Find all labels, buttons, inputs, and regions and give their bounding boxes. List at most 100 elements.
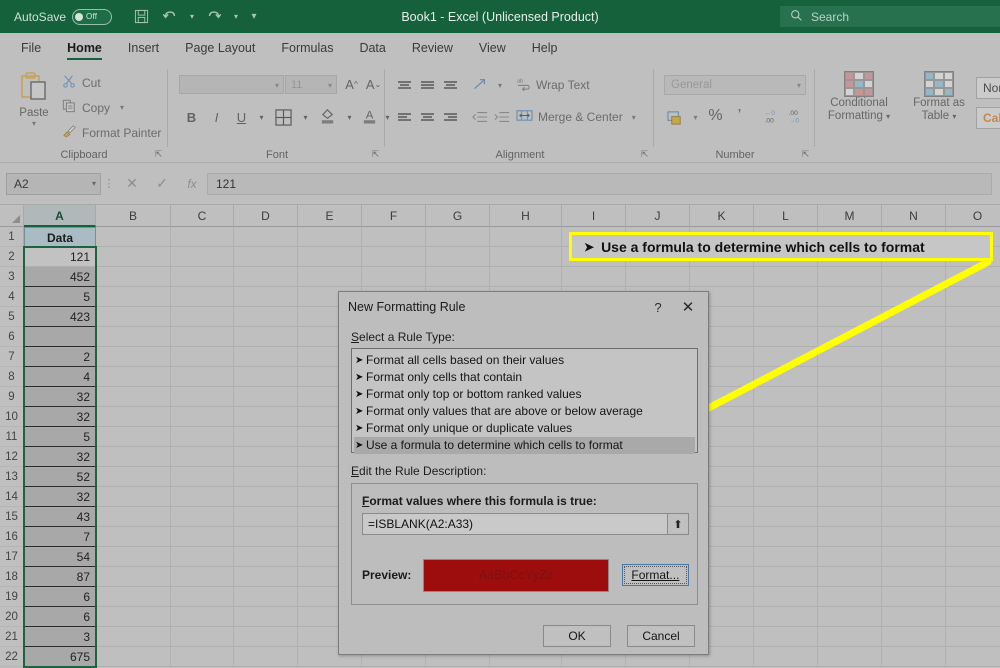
format-button[interactable]: Format... [622,564,689,586]
cell-G2[interactable] [426,247,490,267]
row-header-1[interactable]: 1 [0,227,24,247]
row-header-5[interactable]: 5 [0,307,24,327]
cell-D10[interactable] [234,407,298,427]
cell-B12[interactable] [96,447,171,467]
tab-insert[interactable]: Insert [115,33,172,63]
cell-B21[interactable] [96,627,171,647]
row-header-20[interactable]: 20 [0,607,24,627]
underline-button[interactable]: U [231,107,252,128]
align-middle-icon[interactable] [417,75,437,95]
cell-M14[interactable] [818,487,882,507]
tab-home[interactable]: Home [54,33,115,63]
cell-L3[interactable] [754,267,818,287]
cell-B13[interactable] [96,467,171,487]
cell-A18[interactable]: 87 [24,567,96,587]
italic-button[interactable]: I [206,107,227,128]
cell-L18[interactable] [754,567,818,587]
cell-N16[interactable] [882,527,946,547]
column-header-d[interactable]: D [234,205,298,227]
row-header-9[interactable]: 9 [0,387,24,407]
cell-B9[interactable] [96,387,171,407]
cell-D14[interactable] [234,487,298,507]
tab-file[interactable]: File [8,33,54,63]
column-header-b[interactable]: B [96,205,171,227]
cell-D8[interactable] [234,367,298,387]
tab-help[interactable]: Help [519,33,571,63]
column-header-f[interactable]: F [362,205,426,227]
cell-C21[interactable] [171,627,234,647]
cell-L4[interactable] [754,287,818,307]
redo-dropdown-icon[interactable]: ▾ [230,5,242,29]
cell-M4[interactable] [818,287,882,307]
cell-L8[interactable] [754,367,818,387]
row-header-11[interactable]: 11 [0,427,24,447]
cell-O7[interactable] [946,347,1000,367]
cell-L11[interactable] [754,427,818,447]
cell-N13[interactable] [882,467,946,487]
cell-O6[interactable] [946,327,1000,347]
cell-B14[interactable] [96,487,171,507]
cell-M6[interactable] [818,327,882,347]
orientation-dropdown-icon[interactable]: ▾ [490,75,510,95]
font-size-dropdown-icon[interactable]: ▾ [328,81,332,90]
cell-D1[interactable] [234,227,298,247]
column-header-h[interactable]: H [490,205,562,227]
cell-L10[interactable] [754,407,818,427]
cell-O11[interactable] [946,427,1000,447]
row-header-10[interactable]: 10 [0,407,24,427]
rule-type-item[interactable]: ➤Format only top or bottom ranked values [354,386,695,403]
cell-A13[interactable]: 52 [24,467,96,487]
cell-N3[interactable] [882,267,946,287]
cell-O21[interactable] [946,627,1000,647]
customize-quick-access-toolbar-icon[interactable]: ▾ [245,5,263,29]
orientation-icon[interactable] [470,75,490,95]
cell-D21[interactable] [234,627,298,647]
cell-A5[interactable]: 423 [24,307,96,327]
column-header-o[interactable]: O [946,205,1000,227]
row-header-13[interactable]: 13 [0,467,24,487]
cell-D5[interactable] [234,307,298,327]
tab-page-layout[interactable]: Page Layout [172,33,268,63]
cell-I3[interactable] [562,267,626,287]
cell-M12[interactable] [818,447,882,467]
cell-B17[interactable] [96,547,171,567]
font-size-input[interactable]: 11 ▾ [285,75,337,94]
cell-C9[interactable] [171,387,234,407]
cell-A17[interactable]: 54 [24,547,96,567]
cell-N5[interactable] [882,307,946,327]
cell-L6[interactable] [754,327,818,347]
number-format-select[interactable]: General ▾ [664,75,806,95]
cell-B6[interactable] [96,327,171,347]
confirm-icon[interactable]: ✓ [147,173,177,195]
name-box[interactable]: A2 ▾ [6,173,101,195]
cell-C14[interactable] [171,487,234,507]
borders-icon[interactable] [273,107,294,128]
number-dialog-launcher-icon[interactable]: ⇱ [800,149,811,160]
cell-L9[interactable] [754,387,818,407]
column-header-i[interactable]: I [562,205,626,227]
cell-M19[interactable] [818,587,882,607]
cell-O13[interactable] [946,467,1000,487]
cell-M3[interactable] [818,267,882,287]
cell-C20[interactable] [171,607,234,627]
copy-button[interactable]: Copy ▾ [62,99,124,116]
decrease-decimal-icon[interactable]: .00→0 [779,105,800,126]
tab-view[interactable]: View [466,33,519,63]
cell-A16[interactable]: 7 [24,527,96,547]
formula-input[interactable]: 121 [207,173,992,195]
cell-M9[interactable] [818,387,882,407]
underline-dropdown-icon[interactable]: ▾ [251,107,272,128]
cell-E3[interactable] [298,267,362,287]
cell-L16[interactable] [754,527,818,547]
paste-button[interactable]: Paste ▾ [8,69,60,128]
cell-N22[interactable] [882,647,946,667]
cell-O17[interactable] [946,547,1000,567]
cell-M22[interactable] [818,647,882,667]
cell-A15[interactable]: 43 [24,507,96,527]
cell-M15[interactable] [818,507,882,527]
cell-L12[interactable] [754,447,818,467]
column-header-e[interactable]: E [298,205,362,227]
cell-M7[interactable] [818,347,882,367]
cell-L15[interactable] [754,507,818,527]
comma-style-button[interactable]: ’ [729,105,750,126]
